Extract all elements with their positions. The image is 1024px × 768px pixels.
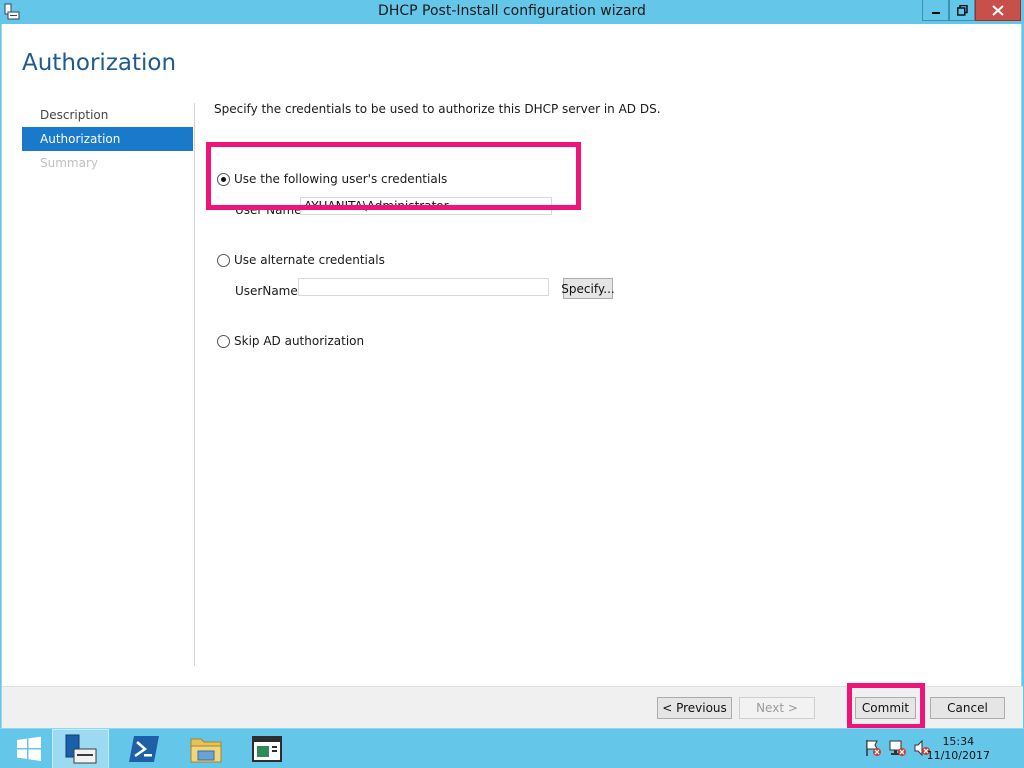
taskbar-powershell[interactable] bbox=[115, 729, 172, 768]
alternate-username-label: UserName: bbox=[235, 284, 302, 298]
highlight-current-credentials bbox=[206, 142, 581, 210]
radio-skip-authorization[interactable] bbox=[217, 335, 230, 348]
powershell-icon bbox=[128, 736, 159, 762]
server-manager-icon bbox=[65, 734, 96, 764]
clock-date: 11/10/2017 bbox=[926, 749, 990, 762]
close-icon bbox=[992, 4, 1004, 16]
network-icon[interactable] bbox=[889, 739, 907, 757]
page-title: Authorization bbox=[22, 50, 177, 76]
restore-button[interactable] bbox=[949, 0, 975, 21]
next-button[interactable]: Next > bbox=[739, 697, 815, 719]
title-bar: DHCP Post-Install configuration wizard bbox=[0, 0, 1024, 24]
minimize-button[interactable] bbox=[922, 0, 949, 21]
specify-button[interactable]: Specify... bbox=[561, 278, 615, 299]
file-explorer-icon bbox=[190, 738, 221, 763]
radio-skip-authorization-label[interactable]: Skip AD authorization bbox=[234, 334, 364, 348]
previous-button[interactable]: < Previous bbox=[657, 697, 732, 719]
minimize-icon bbox=[931, 12, 940, 14]
radio-alternate-credentials-label[interactable]: Use alternate credentials bbox=[234, 253, 385, 267]
nav-item-authorization[interactable]: Authorization bbox=[22, 127, 193, 151]
app-window-icon bbox=[251, 736, 282, 762]
start-button[interactable] bbox=[0, 729, 57, 768]
highlight-commit bbox=[847, 683, 925, 729]
alternate-username-field bbox=[298, 278, 549, 296]
action-center-flag-icon[interactable] bbox=[864, 739, 882, 757]
window-title: DHCP Post-Install configuration wizard bbox=[378, 3, 646, 19]
nav-divider bbox=[194, 103, 195, 666]
cancel-button[interactable]: Cancel bbox=[930, 697, 1005, 719]
nav-item-summary: Summary bbox=[40, 156, 98, 170]
system-clock[interactable]: 15:34 11/10/2017 bbox=[927, 735, 990, 763]
start-icon bbox=[16, 736, 41, 761]
close-button[interactable] bbox=[975, 0, 1021, 21]
description-text: Specify the credentials to be used to au… bbox=[214, 102, 661, 116]
restore-icon bbox=[956, 4, 968, 16]
taskbar-app-window[interactable] bbox=[238, 729, 295, 768]
clock-time: 15:34 bbox=[942, 735, 975, 748]
radio-alternate-credentials[interactable] bbox=[217, 254, 230, 267]
taskbar-server-manager[interactable] bbox=[52, 729, 109, 768]
taskbar-file-explorer[interactable] bbox=[177, 729, 234, 768]
taskbar: 15:34 11/10/2017 bbox=[0, 728, 1024, 768]
wizard-window: Authorization Description Authorization … bbox=[1, 24, 1023, 728]
nav-item-description[interactable]: Description bbox=[22, 103, 193, 127]
wizard-nav: Description Authorization Summary bbox=[22, 103, 193, 175]
